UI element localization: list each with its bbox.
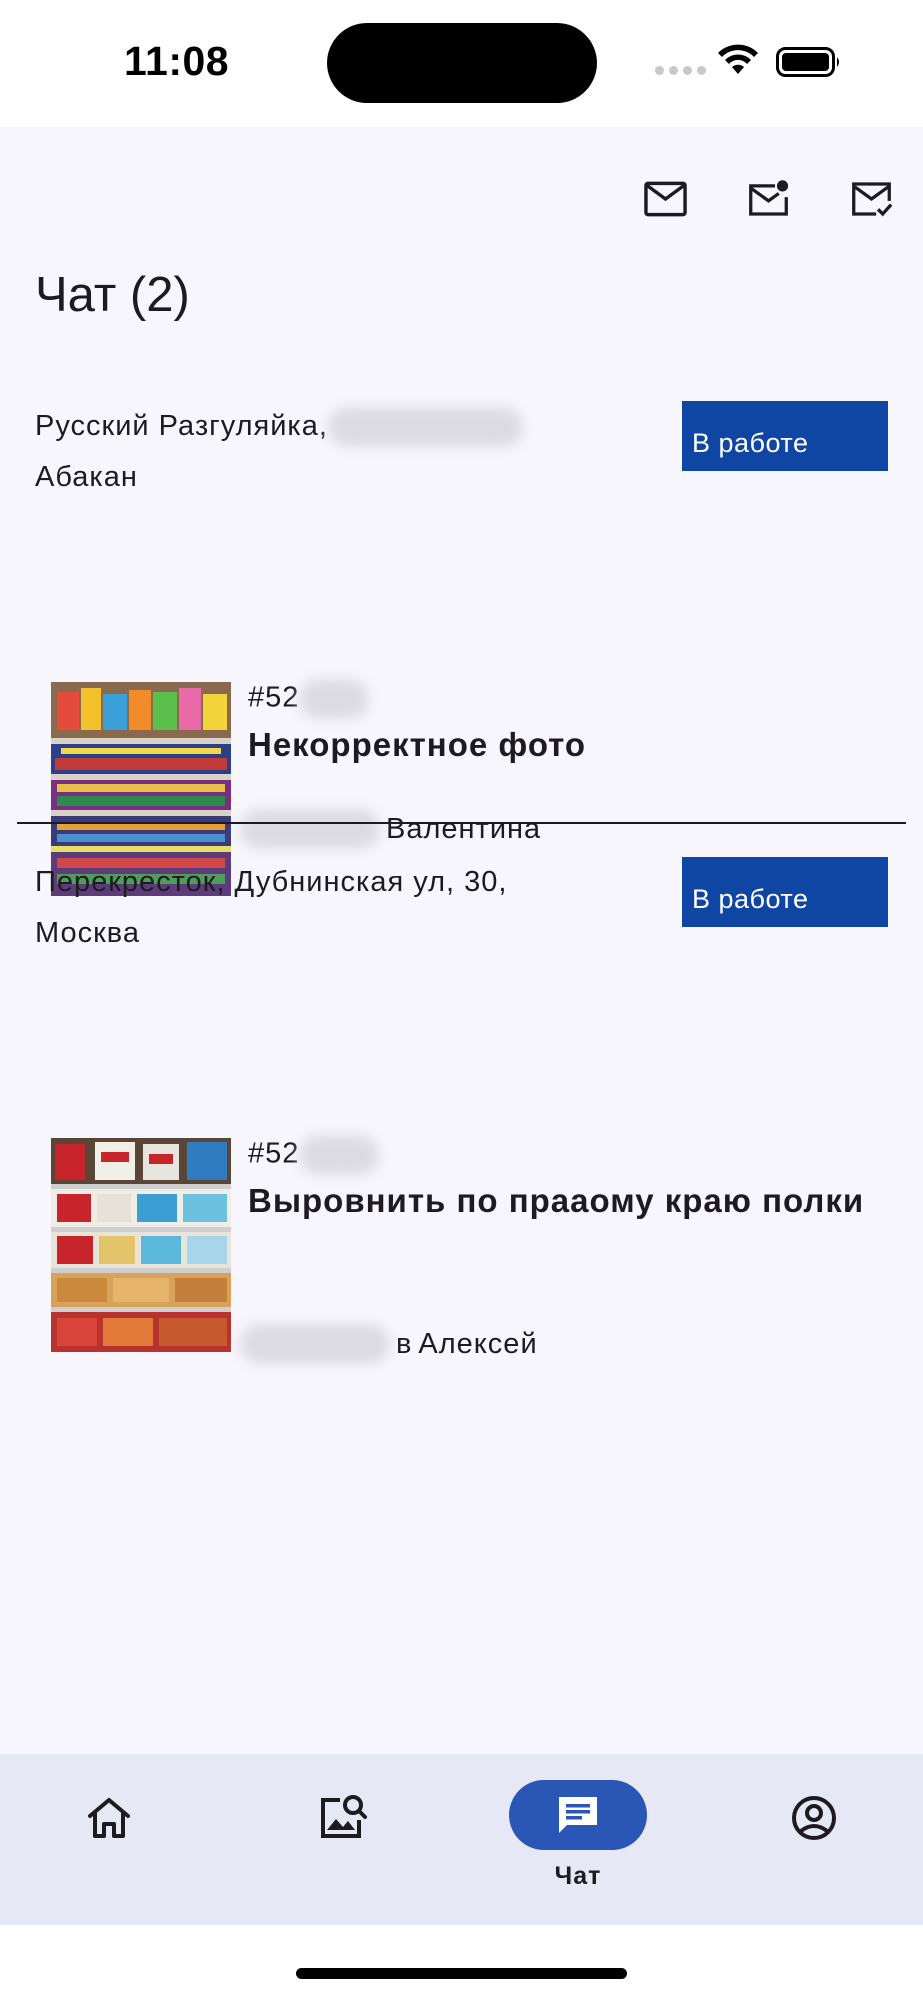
shelf-image [51, 1138, 231, 1352]
mail-unread-icon [749, 179, 789, 216]
all-messages-button[interactable] [644, 177, 687, 220]
chat-item[interactable]: Перекресток, Дубнинская ул, 30, Москва В… [0, 857, 923, 1364]
assignee-name: Алексей [418, 1327, 538, 1360]
bottom-navigation: Чат [0, 1754, 923, 1925]
store-address: Русский Разгуляйка, Абакан [35, 401, 625, 503]
mail-read-icon [852, 181, 893, 216]
assignee-suffix: в [396, 1327, 413, 1360]
unread-messages-button[interactable] [747, 177, 790, 220]
read-messages-button[interactable] [850, 177, 893, 220]
chat-item[interactable]: Русский Разгуляйка, Абакан В работе #52 … [0, 401, 923, 896]
redacted-text [240, 809, 380, 849]
redacted-text [299, 679, 370, 719]
assignee: в Алексей [240, 1324, 538, 1364]
wifi-icon [718, 44, 758, 74]
status-bar: 11:08 [0, 0, 923, 127]
status-time: 11:08 [124, 38, 230, 84]
nav-chat-indicator[interactable] [509, 1780, 647, 1850]
ticket-number: #52 [248, 681, 300, 714]
image-search-icon [321, 1795, 367, 1838]
nav-home[interactable] [60, 1754, 160, 1925]
ticket-id: #52 [248, 679, 370, 719]
divider [17, 822, 906, 824]
shelf-photo[interactable] [51, 1138, 231, 1352]
store-name: Русский Разгуляйка, [35, 410, 328, 442]
dynamic-island [327, 23, 597, 103]
cellular-signal-icon [655, 66, 706, 75]
assignee: Валентина [240, 809, 541, 849]
status-badge[interactable]: В работе [682, 401, 888, 471]
redacted-text [240, 1324, 390, 1364]
home-indicator-area [0, 1925, 923, 2000]
store-city: Абакан [35, 461, 138, 493]
ticket-id: #52 [248, 1135, 380, 1175]
battery-icon [776, 47, 839, 77]
home-indicator[interactable] [296, 1968, 627, 1979]
page-title: Чат (2) [35, 268, 190, 322]
header-actions [644, 177, 893, 220]
store-address: Перекресток, Дубнинская ул, 30, Москва [35, 857, 625, 959]
status-badge[interactable]: В работе [682, 857, 888, 927]
redacted-text [327, 407, 523, 448]
nav-profile[interactable] [764, 1754, 864, 1925]
store-name: Перекресток, Дубнинская ул, 30, [35, 866, 508, 898]
store-city: Москва [35, 917, 141, 949]
app-screen: Чат (2) Русский Разгуляйка, Абакан В раб… [0, 127, 923, 1754]
redacted-text [299, 1135, 380, 1175]
ticket-title: Выровнить по праaому краю полки [248, 1182, 865, 1219]
mail-icon [644, 181, 687, 216]
nav-photo-search[interactable] [292, 1754, 392, 1925]
assignee-name: Валентина [386, 812, 542, 845]
chat-icon [559, 1797, 597, 1833]
account-circle-icon [792, 1796, 836, 1840]
home-icon [88, 1798, 130, 1838]
ticket-title: Некорректное фото [248, 726, 587, 763]
nav-chat-label[interactable]: Чат [509, 1862, 647, 1891]
ticket-number: #52 [248, 1137, 300, 1170]
